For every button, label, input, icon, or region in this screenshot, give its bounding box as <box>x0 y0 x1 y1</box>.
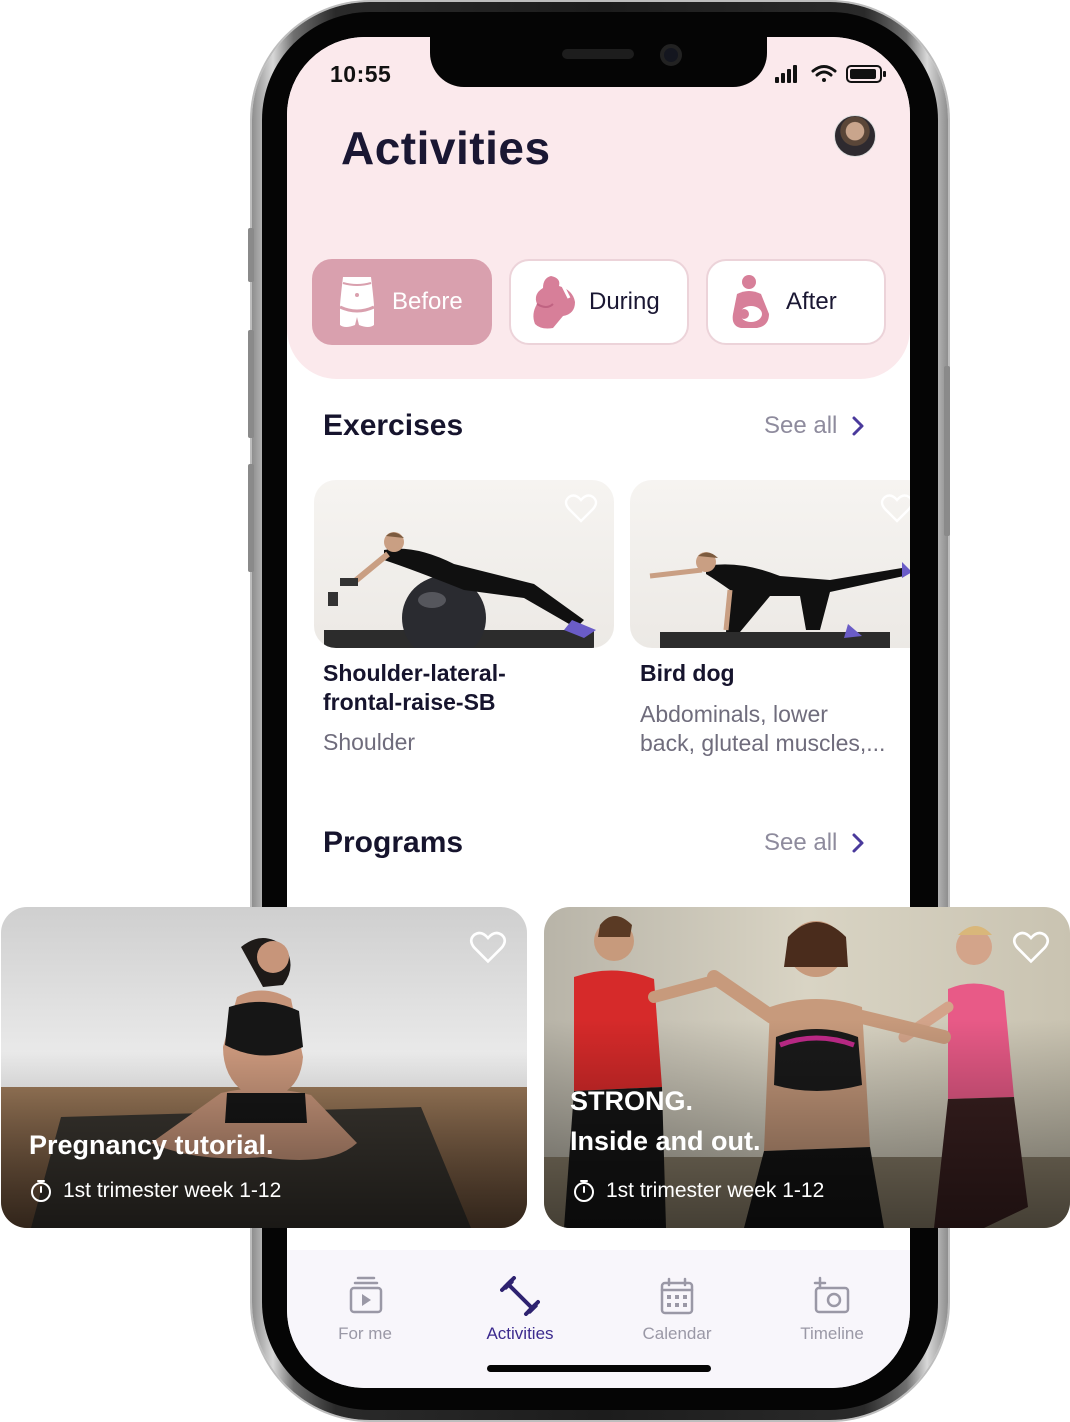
exercise-card-image[interactable] <box>630 480 910 648</box>
timer-icon <box>574 1180 594 1202</box>
page-title: Activities <box>341 122 551 174</box>
wifi-icon <box>811 65 837 82</box>
segment-label: Before <box>392 288 463 315</box>
exercise-title-line: Shoulder-lateral- <box>323 660 506 686</box>
favorite-heart-icon[interactable] <box>880 494 910 524</box>
exercise-subtitle: Abdominals, lower back, gluteal muscles,… <box>640 700 885 758</box>
pregnant-icon <box>531 273 577 331</box>
profile-avatar[interactable] <box>834 115 876 157</box>
program-title: STRONG. Inside and out. <box>570 1081 761 1161</box>
segment-label: During <box>589 288 660 315</box>
signal-icon <box>775 65 797 83</box>
tab-label: Calendar <box>642 1324 712 1343</box>
speaker <box>562 49 634 59</box>
status-time: 10:55 <box>330 61 392 87</box>
tab-label: Activities <box>486 1324 554 1343</box>
programs-title: Programs <box>323 826 464 859</box>
exercise-card-image[interactable] <box>314 480 614 648</box>
play-stack-icon <box>349 1276 383 1314</box>
notch <box>430 37 767 87</box>
mute-switch <box>248 228 254 282</box>
program-card[interactable]: Pregnancy tutorial. 1st trimester week 1… <box>1 907 527 1228</box>
exercise-photo <box>649 552 910 648</box>
see-all-label: See all <box>764 412 838 439</box>
battery-icon <box>846 65 886 83</box>
dumbbell-icon <box>500 1276 540 1316</box>
belly-icon <box>334 273 380 331</box>
program-meta: 1st trimester week 1-12 <box>29 1179 281 1203</box>
camera-plus-icon <box>813 1276 850 1314</box>
segment-before[interactable]: Before <box>312 259 492 345</box>
favorite-heart-icon[interactable] <box>1012 931 1050 965</box>
favorite-heart-icon[interactable] <box>469 931 507 965</box>
segment-during[interactable]: During <box>509 259 689 345</box>
tab-label: Timeline <box>800 1324 864 1343</box>
segment-label: After <box>786 288 837 315</box>
tab-for-me[interactable]: For me <box>295 1276 435 1344</box>
exercise-title: Shoulder-lateral- frontal-raise-SB <box>323 659 506 717</box>
calendar-icon <box>660 1277 694 1315</box>
exercise-subtitle-line: Abdominals, lower <box>640 701 828 727</box>
program-card[interactable]: STRONG. Inside and out. 1st trimester we… <box>544 907 1070 1228</box>
exercises-see-all-link[interactable]: See all <box>764 412 865 440</box>
chevron-right-icon <box>852 416 864 436</box>
program-duration: 1st trimester week 1-12 <box>63 1179 282 1202</box>
program-duration: 1st trimester week 1-12 <box>606 1179 825 1202</box>
tab-activities[interactable]: Activities <box>450 1276 590 1344</box>
home-indicator <box>487 1365 711 1372</box>
see-all-label: See all <box>764 829 838 856</box>
volume-up-button <box>248 330 254 438</box>
tab-label: For me <box>338 1324 392 1343</box>
timer-icon <box>31 1180 51 1202</box>
exercise-subtitle: Shoulder <box>323 729 416 755</box>
front-camera <box>660 44 682 66</box>
exercise-subtitle-line: back, gluteal muscles,... <box>640 730 886 756</box>
status-icons <box>775 65 886 83</box>
exercise-title: Bird dog <box>640 660 735 686</box>
programs-see-all-link[interactable]: See all <box>764 829 865 857</box>
power-button <box>944 366 950 536</box>
exercises-title: Exercises <box>323 409 464 442</box>
tab-calendar[interactable]: Calendar <box>607 1276 747 1344</box>
favorite-heart-icon[interactable] <box>564 494 598 524</box>
program-meta: 1st trimester week 1-12 <box>572 1179 824 1203</box>
volume-down-button <box>248 464 254 572</box>
segment-after[interactable]: After <box>706 259 886 345</box>
tab-timeline[interactable]: Timeline <box>762 1276 902 1344</box>
program-title-line: Inside and out. <box>570 1126 761 1156</box>
chevron-right-icon <box>852 833 864 853</box>
mother-baby-icon <box>728 273 774 331</box>
program-title: Pregnancy tutorial. <box>29 1130 274 1160</box>
program-title-line: STRONG. <box>570 1086 694 1116</box>
exercise-title-line: frontal-raise-SB <box>323 689 496 715</box>
